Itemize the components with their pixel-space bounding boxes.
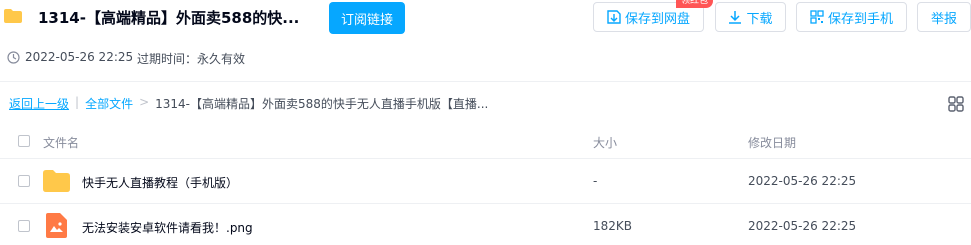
column-header-name[interactable]: 文件名 [43,134,79,151]
breadcrumb-separator: | [75,95,80,109]
subscribe-button[interactable]: 订阅链接 [329,2,405,34]
folder-icon [43,170,70,192]
file-size: 182KB [593,219,633,233]
save-to-phone-button[interactable]: 保存到手机 [796,2,907,32]
page-title: 1314-【高端精品】外面卖588的快... [38,9,300,27]
back-link[interactable]: 返回上一级 [9,95,69,112]
divider [0,81,971,82]
file-name[interactable]: 快手无人直播教程（手机版） [82,174,238,191]
qr-icon [810,10,824,24]
column-header-size[interactable]: 大小 [593,134,617,151]
row-checkbox[interactable] [18,175,30,187]
save-to-disk-label: 保存到网盘 [624,11,690,27]
column-header-date[interactable]: 修改日期 [748,134,796,151]
file-size: - [593,174,598,188]
table-row[interactable]: 无法安装安卓软件请看我！.png 182KB 2022-05-26 22:25 [0,204,971,245]
download-label: 下载 [746,11,773,27]
file-date: 2022-05-26 22:25 [748,219,857,233]
save-to-phone-label: 保存到手机 [827,11,893,27]
breadcrumb-arrow: > [139,95,150,109]
report-label: 举报 [930,11,957,27]
row-checkbox[interactable] [18,220,30,232]
grid-view-icon[interactable] [948,96,964,112]
breadcrumb-current: 1314-【高端精品】外面卖588的快手无人直播手机版【直播... [155,97,489,111]
breadcrumb: 返回上一级 | 全部文件 > 1314-【高端精品】外面卖588的快手无人直播手… [9,95,488,112]
folder-icon [4,9,22,23]
save-icon [607,10,621,24]
select-all-checkbox[interactable] [18,135,30,147]
download-button[interactable]: 下载 [715,2,786,32]
table-row[interactable]: 快手无人直播教程（手机版） - 2022-05-26 22:25 [0,159,971,203]
file-date: 2022-05-26 22:25 [748,174,857,188]
download-icon [729,11,742,24]
expire-time: 过期时间：永久有效 [137,52,246,66]
share-date: 2022-05-26 22:25 [25,50,134,64]
clock-icon [7,51,20,64]
image-file-icon [46,213,67,238]
red-packet-badge: 领红包 [676,0,714,8]
report-button[interactable]: 举报 [917,2,971,32]
file-name[interactable]: 无法安装安卓软件请看我！.png [82,219,253,236]
all-files-link[interactable]: 全部文件 [85,95,133,112]
